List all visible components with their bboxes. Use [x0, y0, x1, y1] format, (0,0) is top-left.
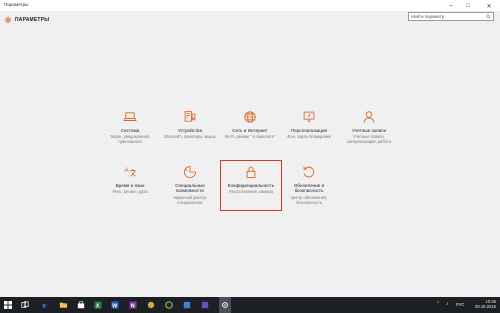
tile-description: Wi-Fi, режим " в самолете"	[224, 134, 276, 139]
excel-icon: X	[94, 301, 102, 309]
person-icon	[363, 111, 375, 123]
svg-text:W: W	[112, 303, 118, 309]
close-icon: ✕	[486, 3, 492, 10]
tile-personalization[interactable]: Персонализация Фон, экран блокировки	[277, 110, 341, 162]
task-view-icon	[21, 301, 29, 308]
taskbar-app-3[interactable]	[182, 300, 192, 310]
search-input[interactable]	[411, 13, 485, 20]
taskbar-edge[interactable]: e	[40, 300, 50, 310]
search-icon[interactable]	[486, 14, 491, 19]
globe-icon	[244, 111, 256, 123]
tile-description: Речь, регион, дата	[112, 189, 148, 194]
gear-icon	[4, 16, 12, 24]
language-indicator[interactable]: РУС	[456, 302, 464, 307]
clock[interactable]: 10:45 08.10.2015	[475, 299, 496, 310]
close-button[interactable]: ✕	[482, 0, 496, 12]
tile-description: Bluetooth, принтеры, мышь	[164, 134, 216, 139]
tile-label: Учетные записи	[351, 128, 387, 133]
tile-description: Фон, экран блокировки	[287, 134, 331, 139]
tile-description: Экран, уведомления, приложения	[109, 134, 151, 145]
search-box[interactable]	[408, 12, 494, 21]
tile-description: Экранный диктор, специальные	[172, 195, 208, 206]
taskbar-word[interactable]: W	[110, 300, 120, 310]
maximize-button[interactable]: □	[461, 0, 475, 12]
app-icon	[183, 301, 191, 309]
start-button[interactable]	[3, 300, 13, 310]
tile-accounts[interactable]: Учетные записи Учетные записи, синхрониз…	[337, 110, 401, 162]
tile-label: Время и язык	[115, 183, 145, 188]
windows-logo-icon	[4, 301, 12, 309]
folder-icon	[59, 302, 67, 308]
svg-text:X: X	[96, 303, 100, 309]
store-icon	[77, 301, 85, 309]
tile-network[interactable]: Сеть и Интернет Wi-Fi, режим " в самолет…	[218, 110, 282, 162]
tile-time-language[interactable]: A Время и язык Речь, регион, дата	[98, 165, 162, 217]
tile-description: Центр обновления, безопасность	[290, 195, 328, 206]
tile-system[interactable]: Система Экран, уведомления, приложения	[98, 110, 162, 162]
app-icon	[147, 301, 155, 309]
taskbar-excel[interactable]: X	[93, 300, 103, 310]
language-icon: A	[124, 167, 136, 177]
tile-label: Обновление и безопасность	[293, 183, 325, 194]
tile-description: Учетные записи, синхронизация, работа	[346, 134, 392, 145]
tile-accessibility[interactable]: Специальные возможности Экранный диктор,…	[158, 165, 222, 217]
tile-label: Устройства	[177, 128, 203, 133]
tray-icon[interactable]: ⌃	[436, 301, 440, 307]
highlight-frame	[220, 160, 282, 211]
title-bar: Параметры – □ ✕	[0, 0, 500, 12]
tile-label: Сеть и Интернет	[232, 128, 268, 133]
page-title: ПАРАМЕТРЫ	[15, 17, 50, 23]
taskbar-onenote[interactable]: N	[128, 300, 138, 310]
word-icon: W	[111, 301, 119, 309]
taskbar-store[interactable]	[76, 300, 86, 310]
brush-icon	[303, 111, 315, 122]
volume-icon[interactable]: ♪	[446, 301, 449, 307]
gear-icon	[222, 302, 228, 308]
accessibility-icon	[184, 165, 197, 178]
tile-label: Специальные возможности	[175, 183, 205, 194]
app-icon	[165, 301, 173, 309]
tile-label: Система	[120, 128, 140, 133]
tile-devices[interactable]: Устройства Bluetooth, принтеры, мышь	[158, 110, 222, 162]
laptop-icon	[123, 112, 137, 121]
devices-icon	[184, 110, 196, 122]
minimize-icon: –	[449, 3, 453, 9]
svg-text:A: A	[124, 167, 129, 174]
edge-icon: e	[42, 301, 46, 309]
minimize-button[interactable]: –	[444, 0, 458, 12]
taskbar-app-2[interactable]	[164, 300, 174, 310]
taskbar-settings[interactable]	[220, 300, 230, 310]
tile-update-security[interactable]: Обновление и безопасность Центр обновлен…	[277, 165, 341, 217]
svg-text:N: N	[131, 303, 135, 309]
tile-label: Персонализация	[291, 128, 327, 133]
window-title: Параметры	[4, 2, 29, 7]
update-icon	[303, 166, 315, 178]
clock-date: 08.10.2015	[475, 304, 496, 310]
taskbar: e X W N ⌃ ♪ РУС 10:45 08.10.2015	[0, 297, 500, 313]
svg-text:e: e	[42, 301, 46, 309]
maximize-icon: □	[466, 3, 470, 9]
app-icon	[201, 301, 209, 309]
taskbar-app[interactable]	[146, 300, 156, 310]
taskbar-explorer[interactable]	[58, 300, 68, 310]
task-view-button[interactable]	[20, 300, 30, 310]
taskbar-app-4[interactable]	[200, 300, 210, 310]
onenote-icon: N	[129, 301, 137, 309]
